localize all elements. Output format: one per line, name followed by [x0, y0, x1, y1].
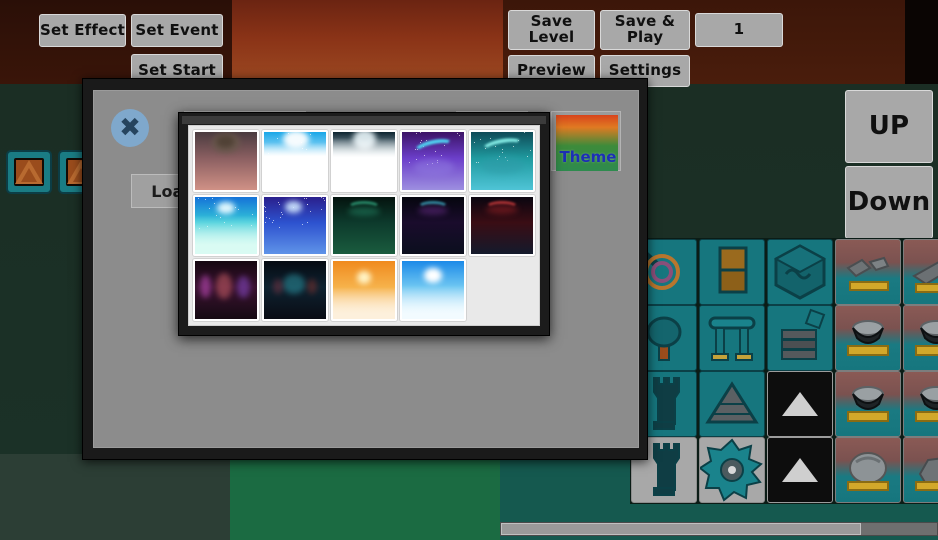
scene-ground-left: [0, 454, 230, 540]
theme-picker-titlebar: [182, 116, 546, 124]
crate-icon: [700, 240, 764, 304]
scene-sky-far-right: [905, 0, 938, 84]
palette-item-rock-prop[interactable]: [903, 437, 938, 503]
palette-item-arch-prop[interactable]: [699, 305, 765, 371]
theme-grid: [193, 130, 535, 321]
theme-button[interactable]: Theme: [551, 111, 621, 171]
save-and-play-label-2: Play: [626, 28, 664, 46]
level-number-label: 1: [733, 20, 745, 39]
theme-button-label: Theme: [559, 148, 617, 166]
theme-thumbnail-violet-nebula[interactable]: [400, 130, 466, 192]
palette-row: [630, 304, 938, 371]
palette-item-sawblade[interactable]: [699, 437, 765, 503]
palette-scrollbar[interactable]: [500, 522, 938, 536]
left-tile-1[interactable]: [6, 150, 52, 194]
theme-picker-dialog: [178, 112, 550, 336]
set-effect-button[interactable]: Set Effect: [39, 14, 126, 47]
bowl-icon: [904, 306, 938, 370]
theme-thumbnail-blue-sunrise[interactable]: [400, 259, 466, 321]
bowl-icon: [836, 306, 900, 370]
theme-thumbnail-teal-nebula[interactable]: [469, 130, 535, 192]
theme-thumbnail-blue-night[interactable]: [262, 194, 328, 257]
theme-picker-body: [188, 125, 540, 326]
theme-thumbnail-aqua-dawn[interactable]: [193, 194, 259, 257]
theme-thumbnail-crimson-night[interactable]: [469, 194, 535, 257]
palette-item-wheel-prop[interactable]: [835, 437, 901, 503]
palette-item-bowl-prop[interactable]: [835, 305, 901, 371]
wheel-icon: [836, 438, 900, 502]
saw-icon: [700, 438, 764, 502]
bowl-icon: [836, 372, 900, 436]
palette-row: [630, 436, 938, 503]
palette-item-bowl-prop-4[interactable]: [903, 371, 938, 437]
palette-row: [630, 238, 938, 305]
bowl-icon: [904, 372, 938, 436]
theme-thumbnail-midnight-purple[interactable]: [400, 194, 466, 257]
settings-label: Settings: [608, 61, 682, 80]
pyramid-icon: [700, 372, 764, 436]
set-event-button[interactable]: Set Event: [131, 14, 223, 47]
tile-face: [14, 158, 44, 186]
save-and-play-button[interactable]: Save & Play: [600, 10, 690, 50]
palette-row: [630, 370, 938, 437]
palette-item-cube-block[interactable]: [767, 239, 833, 305]
close-icon: ✖: [119, 113, 141, 143]
preview-label: Preview: [517, 61, 586, 80]
theme-thumbnail-neon-city[interactable]: [193, 259, 259, 321]
close-dialog-button[interactable]: ✖: [111, 109, 149, 147]
game-window: Set Effect Set Event Set Start Save Level Sa…: [0, 0, 938, 540]
triangle-inner-icon: [21, 167, 37, 182]
palette-scrollbar-thumb[interactable]: [501, 523, 861, 535]
palette-item-spike-up-2[interactable]: [767, 437, 833, 503]
arch-icon: [700, 306, 764, 370]
palette-item-bowl-prop-2[interactable]: [903, 305, 938, 371]
triangle-icon: [768, 372, 832, 436]
down-button[interactable]: Down: [845, 166, 933, 239]
theme-thumbnail-dark-harbor[interactable]: [262, 259, 328, 321]
item-palette[interactable]: [630, 238, 938, 504]
stack-icon: [768, 306, 832, 370]
palette-item-bowl-prop-3[interactable]: [835, 371, 901, 437]
rock-icon: [904, 438, 938, 502]
palette-item-spike-up[interactable]: [767, 371, 833, 437]
theme-thumbnail-deep-forest[interactable]: [331, 194, 397, 257]
cube-icon: [768, 240, 832, 304]
palette-item-pyramid-prop[interactable]: [699, 371, 765, 437]
theme-thumbnail-orange-sunset[interactable]: [331, 259, 397, 321]
slope-icon: [904, 240, 938, 304]
palette-item-crate-block[interactable]: [699, 239, 765, 305]
palette-item-stack-prop[interactable]: [767, 305, 833, 371]
level-number-button[interactable]: 1: [695, 13, 783, 47]
theme-thumbnail-bright-day-clouds[interactable]: [262, 130, 328, 192]
palette-item-debris-prop[interactable]: [835, 239, 901, 305]
save-level-button[interactable]: Save Level: [508, 10, 595, 50]
palette-item-slope-prop[interactable]: [903, 239, 938, 305]
triangle-icon: [768, 438, 832, 502]
scene-ground-field: [230, 454, 500, 540]
up-button[interactable]: UP: [845, 90, 933, 163]
theme-thumbnail-dusty-planet[interactable]: [193, 130, 259, 192]
theme-thumbnail-empty-slot: [469, 259, 535, 321]
debris-icon: [836, 240, 900, 304]
save-level-label-2: Level: [528, 28, 575, 46]
theme-thumbnail-white-mist[interactable]: [331, 130, 397, 192]
